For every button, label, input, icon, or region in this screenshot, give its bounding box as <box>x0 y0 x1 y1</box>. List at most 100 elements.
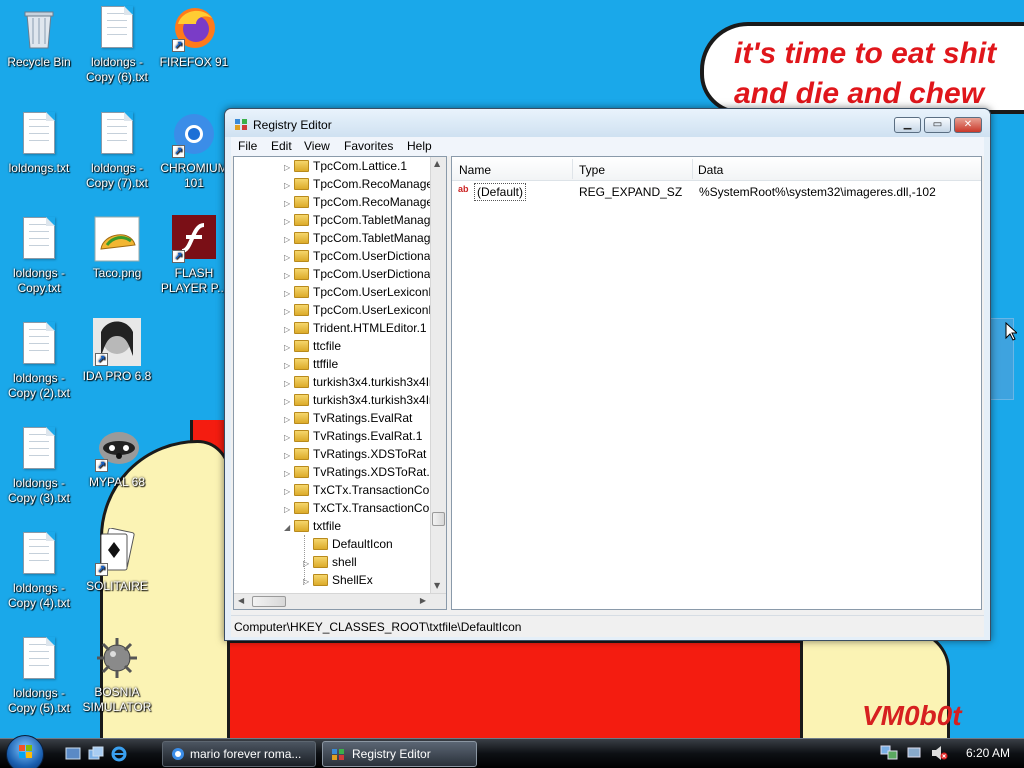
values-list-pane[interactable]: Name Type Data ab (Default) REG_EXPAND_S… <box>451 156 982 610</box>
tree-item[interactable]: ▷ ttffile <box>284 355 338 373</box>
tree-item[interactable]: ▷ shell <box>303 553 357 571</box>
desktop-icon-loldongs-copy-4[interactable]: loldongs - Copy (4).txt <box>1 530 77 611</box>
text-file-icon <box>15 215 63 263</box>
clock[interactable]: 6:20 AM <box>966 746 1010 760</box>
tree-item[interactable]: ▷TxCTx.TransactionContext <box>284 481 430 499</box>
desktop-icon-solitaire[interactable]: ↗ SOLITAIRE <box>79 527 155 594</box>
tree-vertical-scrollbar[interactable]: ▲ ▼ <box>430 157 446 593</box>
network-status-icon[interactable] <box>906 745 924 761</box>
scroll-left-arrow-icon[interactable]: ◀ <box>238 594 244 608</box>
scroll-down-arrow-icon[interactable]: ▼ <box>434 579 440 593</box>
folder-icon <box>294 466 309 478</box>
value-row[interactable]: ab (Default) REG_EXPAND_SZ %SystemRoot%\… <box>452 183 981 201</box>
desktop-icon-loldongs-copy-3[interactable]: loldongs - Copy (3).txt <box>1 425 77 506</box>
minimize-button[interactable]: ▁ <box>894 117 921 133</box>
regedit-icon <box>235 119 247 130</box>
tree-item-defaulticon-selected[interactable]: DefaultIcon <box>303 535 393 553</box>
folder-icon <box>294 250 309 262</box>
scrollbar-thumb[interactable] <box>432 512 445 526</box>
tree-item[interactable]: ▷ TpcCom.Lattice.1 <box>284 157 407 175</box>
desktop-icon-loldongs-copy-7[interactable]: loldongs - Copy (7).txt <box>79 110 155 191</box>
maximize-button[interactable]: ▭ <box>924 117 951 133</box>
folder-icon <box>294 340 309 352</box>
collapse-arrow-icon[interactable]: ◢ <box>284 519 294 537</box>
tree-item[interactable]: ▷TpcCom.UserLexiconPath.1 <box>284 301 430 319</box>
scroll-up-arrow-icon[interactable]: ▲ <box>434 157 440 171</box>
speech-bubble-text: it's time to eat shit and die and chew <box>734 37 997 110</box>
tree-horizontal-scrollbar[interactable]: ◀ ▶ <box>234 593 446 609</box>
text-file-icon <box>15 425 63 473</box>
start-button[interactable] <box>6 735 44 768</box>
network-icon[interactable] <box>880 745 898 761</box>
desktop-icon-loldongs-copy-2[interactable]: loldongs - Copy (2).txt <box>1 320 77 401</box>
tree-item[interactable]: ▷turkish3x4.turkish3x4Ime.1 <box>284 391 430 409</box>
column-type-header[interactable]: Type <box>579 163 605 177</box>
shortcut-arrow-icon: ↗ <box>172 250 185 263</box>
tree-item[interactable]: ▷TpcCom.UserDictionary.1 <box>284 265 430 283</box>
registry-tree-pane[interactable]: ▷ TpcCom.Lattice.1 ▷ TpcCom.RecoManager ▷ T… <box>233 156 447 610</box>
title-bar[interactable]: Registry Editor ▁ ▭ ✕ <box>225 109 990 137</box>
windows-logo-icon <box>19 745 32 758</box>
shortcut-arrow-icon: ↗ <box>172 145 185 158</box>
tree-item[interactable]: ▷ TpcCom.RecoManager <box>284 175 430 193</box>
tree-item[interactable]: ▷ TvRatings.EvalRat <box>284 409 412 427</box>
show-desktop-icon[interactable] <box>65 746 81 762</box>
folder-icon <box>294 484 309 496</box>
tree-item-txtfile[interactable]: ◢ txtfile <box>284 517 341 535</box>
tree-item[interactable]: ▷TpcCom.UserLexiconPath <box>284 283 430 301</box>
column-separator[interactable] <box>572 159 573 179</box>
folder-icon <box>294 430 309 442</box>
desktop-icon-loldongs-copy-6[interactable]: loldongs - Copy (6).txt <box>79 4 155 85</box>
menu-edit[interactable]: Edit <box>271 139 292 153</box>
expand-arrow-icon[interactable]: ▷ <box>303 573 313 591</box>
column-name-header[interactable]: Name <box>459 163 491 177</box>
flash-player-icon: ↗ <box>170 215 218 263</box>
desktop-icon-loldongs[interactable]: loldongs.txt <box>1 110 77 176</box>
tree-item[interactable]: ▷ TvRatings.EvalRat.1 <box>284 427 422 445</box>
wallpaper-signature: VM0b0t <box>862 700 962 731</box>
desktop-icon-taco-png[interactable]: Taco.png <box>79 215 155 281</box>
desktop-icon-mypal[interactable]: ↗ MYPAL 68 <box>79 424 155 490</box>
tree-item[interactable]: ▷TpcCom.RecoManager.1 <box>284 193 430 211</box>
desktop-icon-chromium[interactable]: ↗ CHROMIUM 101 <box>156 110 232 191</box>
desktop-icon-recycle-bin[interactable]: Recycle Bin <box>1 4 77 70</box>
column-separator[interactable] <box>692 159 693 179</box>
tree-item[interactable]: ▷TpcCom.TabletManager.1 <box>284 229 430 247</box>
desktop-icon-loldongs-copy-5[interactable]: loldongs - Copy (5).txt <box>1 635 77 716</box>
menu-view[interactable]: View <box>304 139 330 153</box>
tree-item[interactable]: ▷TxCTx.TransactionContextEx <box>284 499 430 517</box>
tree-item[interactable]: ▷ ShellEx <box>303 571 373 589</box>
client-area: ▷ TpcCom.Lattice.1 ▷ TpcCom.RecoManager ▷ T… <box>231 156 984 615</box>
menu-favorites[interactable]: Favorites <box>344 139 393 153</box>
internet-explorer-icon[interactable] <box>111 746 127 762</box>
tree-item[interactable]: ▷ TpcCom.TabletManager <box>284 211 430 229</box>
registry-editor-window[interactable]: Registry Editor ▁ ▭ ✕ File Edit View Fav… <box>224 108 991 641</box>
folder-icon <box>294 286 309 298</box>
column-data-header[interactable]: Data <box>698 163 723 177</box>
close-button[interactable]: ✕ <box>954 117 982 133</box>
tree-item[interactable]: ▷ TpcCom.UserDictionary <box>284 247 430 265</box>
tree-item[interactable]: ▷ Trident.HTMLEditor.1 <box>284 319 427 337</box>
volume-muted-icon[interactable] <box>930 745 948 761</box>
value-name: (Default) <box>474 183 527 201</box>
desktop-icon-loldongs-copy[interactable]: loldongs - Copy.txt <box>1 215 77 296</box>
desktop-icon-ida-pro[interactable]: ↗ IDA PRO 6.8 <box>79 318 155 384</box>
menu-file[interactable]: File <box>238 139 257 153</box>
tree-rows: ▷ TpcCom.Lattice.1 ▷ TpcCom.RecoManager ▷ T… <box>234 157 430 593</box>
tree-item[interactable]: ▷turkish3x4.turkish3x4Ime <box>284 373 430 391</box>
column-header: Name Type Data <box>452 157 981 181</box>
desktop-icon-flash-player[interactable]: ↗ FLASH PLAYER P... <box>156 215 232 296</box>
desktop-icon-firefox[interactable]: ↗ FIREFOX 91 <box>156 4 232 70</box>
tree-item[interactable]: ▷ TvRatings.XDSToRat <box>284 445 426 463</box>
value-type: REG_EXPAND_SZ <box>579 185 683 199</box>
scroll-right-arrow-icon[interactable]: ▶ <box>420 594 426 608</box>
menu-help[interactable]: Help <box>407 139 432 153</box>
desktop-icon-bosnia-simulator[interactable]: BOSNIA SIMULATOR <box>79 634 155 715</box>
taskbar-button-chromium[interactable]: mario forever roma... <box>162 741 316 767</box>
tree-item[interactable]: ▷ ttcfile <box>284 337 341 355</box>
folder-icon <box>294 160 309 172</box>
scrollbar-thumb[interactable] <box>252 596 286 607</box>
switch-windows-icon[interactable] <box>88 746 104 762</box>
tree-item[interactable]: ▷ TvRatings.XDSToRat.1 <box>284 463 430 481</box>
taskbar-button-registry-editor[interactable]: Registry Editor <box>322 741 477 767</box>
